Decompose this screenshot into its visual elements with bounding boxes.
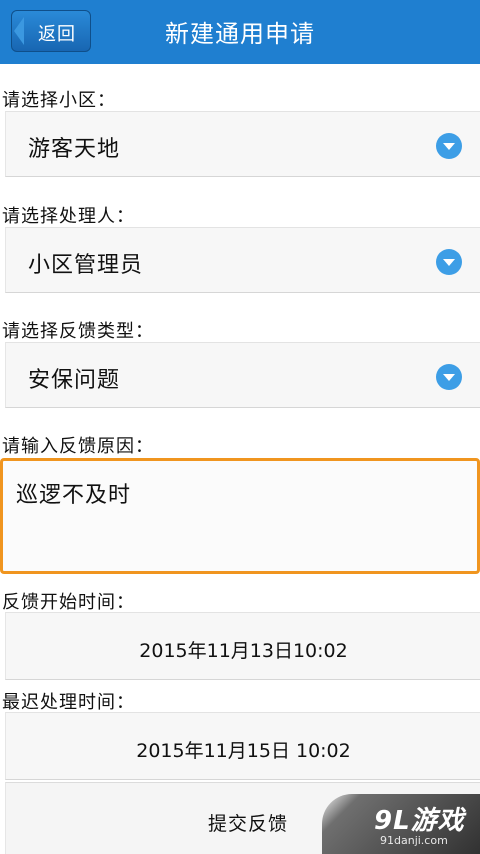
handler-select-value: 小区管理员 (28, 253, 144, 278)
submit-button-label: 提交反馈 (208, 813, 289, 835)
community-select[interactable]: 游客天地 (5, 111, 480, 177)
watermark-logo: 9L游戏 91danji.com (322, 794, 480, 854)
start-time-value: 2015年11月13日10:02 (139, 640, 348, 662)
reason-textarea[interactable]: 巡逻不及时 (0, 458, 480, 574)
app-screen: 返回 新建通用申请 请选择小区： 游客天地 请选择处理人： 小区管理员 请选择反… (0, 0, 480, 854)
start-time-picker[interactable]: 2015年11月13日10:02 (5, 612, 480, 680)
page-title: 新建通用申请 (165, 20, 315, 48)
reason-text: 巡逻不及时 (16, 483, 132, 508)
feedback-type-label: 请选择反馈类型： (2, 321, 154, 342)
community-label: 请选择小区： (2, 90, 116, 111)
deadline-label: 最迟处理时间： (2, 692, 135, 713)
watermark-url: 91danji.com (380, 834, 448, 847)
chevron-down-icon[interactable] (436, 133, 462, 159)
watermark-logo-text: 9L游戏 (374, 806, 465, 836)
deadline-value: 2015年11月15日 10:02 (136, 740, 351, 762)
deadline-picker[interactable]: 2015年11月15日 10:02 (5, 712, 480, 780)
chevron-down-icon[interactable] (436, 249, 462, 275)
chevron-down-icon[interactable] (436, 364, 462, 390)
start-time-label: 反馈开始时间： (2, 592, 135, 613)
reason-label: 请输入反馈原因： (2, 436, 154, 457)
feedback-type-select[interactable]: 安保问题 (5, 342, 480, 408)
feedback-type-select-value: 安保问题 (28, 368, 121, 393)
handler-label: 请选择处理人： (2, 206, 135, 227)
title-bar: 返回 新建通用申请 (0, 0, 480, 64)
handler-select[interactable]: 小区管理员 (5, 227, 480, 293)
community-select-value: 游客天地 (28, 137, 121, 162)
